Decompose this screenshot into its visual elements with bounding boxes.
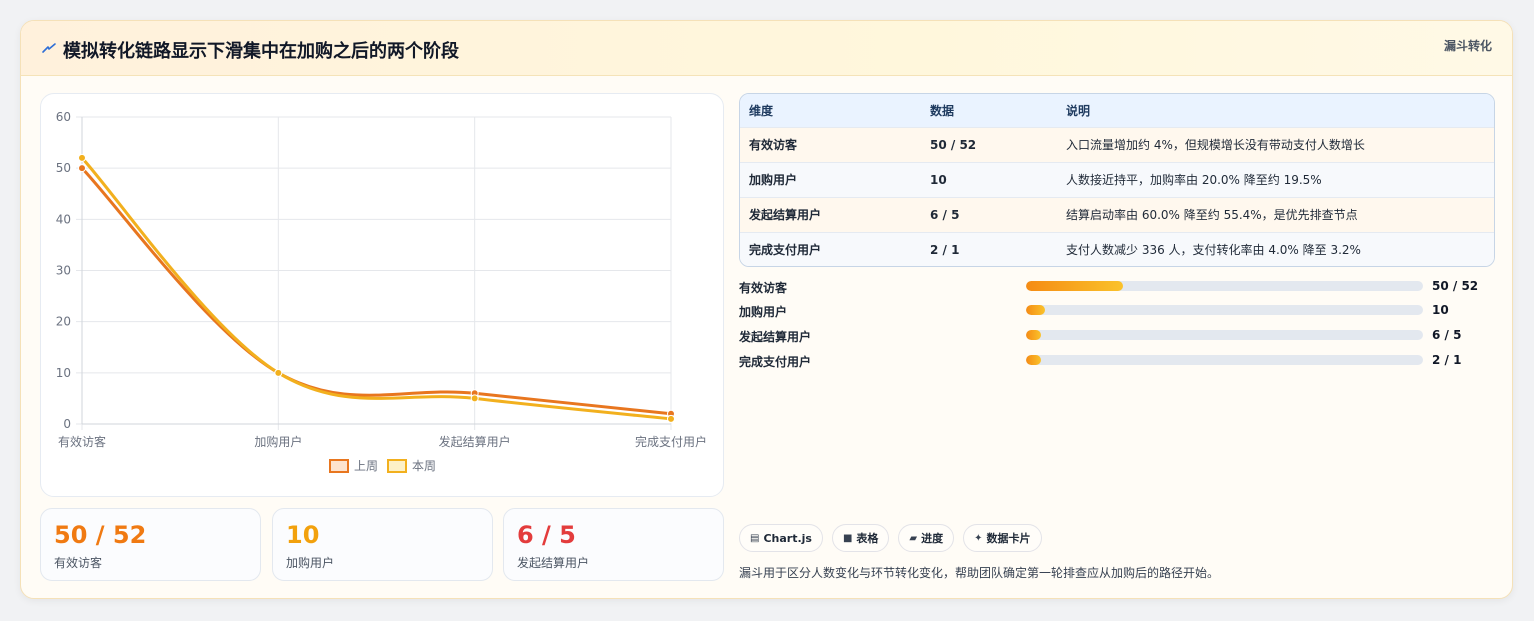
data-point — [78, 164, 86, 173]
progress-row: 加购用户 10 — [739, 301, 1499, 321]
category-tag: 漏斗转化 — [1443, 39, 1492, 53]
progress-fill — [1026, 281, 1124, 291]
table-row: 有效访客 50 / 52 入口流量增加约 4%，但规模增长没有带动支付人数增长 — [740, 127, 1494, 162]
tag-label: 表格 — [856, 532, 879, 545]
table-cell: 人数接近持平，加购率由 20.0% 降至约 19.5% — [1066, 173, 1322, 187]
metric-value: 10 — [286, 521, 320, 549]
table-cell: 完成支付用户 — [749, 243, 822, 258]
table-cell: 结算启动率由 60.0% 降至约 55.4%，是优先排查节点 — [1066, 208, 1358, 222]
metric-value: 6 / 5 — [517, 521, 576, 549]
tag-data-card[interactable]: ✦ 数据卡片 — [963, 524, 1042, 552]
progress-track — [1026, 355, 1423, 365]
table-icon: ■ — [842, 532, 853, 544]
metric-card-cart: 10 加购用户 — [272, 508, 493, 581]
tag-table[interactable]: ■ 表格 — [831, 524, 890, 552]
card-header: 模拟转化链路显示下滑集中在加购之后的两个阶段 漏斗转化 — [21, 21, 1512, 76]
column-header: 数据 — [930, 103, 955, 118]
funnel-card: 模拟转化链路显示下滑集中在加购之后的两个阶段 漏斗转化 0 10 20 30 40 50 6… — [20, 20, 1513, 599]
table-cell: 入口流量增加约 4%，但规模增长没有带动支付人数增长 — [1066, 138, 1365, 152]
funnel-line-chart: 0 10 20 30 40 50 60 有效访客 加购用户 发起结算用户 完成支付用户上周 本周 — [56, 110, 707, 473]
tag-progress[interactable]: ▰ 进度 — [898, 524, 955, 552]
table-header-row: 维度 数据 说明 — [740, 94, 1494, 127]
progress-value: 50 / 52 — [1432, 279, 1479, 293]
progress-row: 发起结算用户 6 / 5 — [739, 326, 1499, 346]
legend-swatch — [387, 459, 407, 473]
tag-chartjs[interactable]: ▤ Chart.js — [739, 524, 823, 552]
series-line — [80, 167, 672, 416]
sparkle-icon: ✦ — [974, 532, 983, 544]
table-cell: 50 / 52 — [930, 137, 977, 152]
progress-list: 有效访客 50 / 52 加购用户 10 发起结算用户 6 / 5 完成支付用户… — [739, 277, 1499, 377]
legend-swatch — [329, 459, 349, 473]
tag-label: Chart.js — [763, 531, 812, 545]
legend-label: 上周 — [354, 459, 378, 473]
table-cell: 加购用户 — [749, 173, 798, 187]
y-tick-label: 50 — [56, 161, 71, 175]
y-tick-label: 30 — [56, 264, 71, 278]
y-tick-label: 10 — [56, 366, 71, 380]
y-tick-label: 40 — [56, 212, 71, 226]
data-point — [274, 368, 283, 377]
table-row: 加购用户 10 人数接近持平，加购率由 20.0% 降至约 19.5% — [740, 162, 1494, 197]
chart-icon: ▤ — [750, 532, 760, 544]
metric-value: 50 / 52 — [54, 521, 147, 549]
table-cell: 2 / 1 — [930, 242, 960, 257]
progress-value: 6 / 5 — [1432, 328, 1462, 342]
y-tick-label: 20 — [56, 315, 71, 329]
legend-label: 本周 — [412, 459, 436, 473]
funnel-table: 维度 数据 说明 有效访客 50 / 52 入口流量增加约 4%，但规模增长没有… — [739, 93, 1495, 267]
progress-fill — [1026, 305, 1046, 315]
metric-label: 加购用户 — [286, 556, 335, 570]
progress-row: 完成支付用户 2 / 1 — [739, 351, 1499, 371]
x-tick-label: 完成支付用户 — [635, 434, 707, 449]
data-point — [667, 414, 675, 423]
progress-label: 发起结算用户 — [739, 330, 812, 344]
progress-track — [1026, 330, 1423, 340]
y-tick-label: 60 — [56, 110, 71, 124]
progress-track — [1026, 281, 1423, 291]
progress-row: 有效访客 50 / 52 — [739, 277, 1499, 297]
tech-tags: ▤ Chart.js ■ 表格 ▰ 进度 ✦ 数据卡片 — [739, 524, 1042, 552]
progress-value: 10 — [1432, 303, 1449, 317]
progress-value: 2 / 1 — [1432, 353, 1462, 367]
progress-fill — [1026, 330, 1041, 340]
table-cell: 有效访客 — [749, 138, 798, 152]
x-tick-label: 加购用户 — [254, 434, 302, 449]
tag-label: 数据卡片 — [986, 532, 1031, 545]
metric-card-checkout: 6 / 5 发起结算用户 — [503, 508, 724, 581]
table-cell: 6 / 5 — [930, 207, 960, 222]
metric-label: 有效访客 — [54, 556, 103, 570]
tag-label: 进度 — [921, 532, 944, 545]
data-point — [470, 394, 479, 403]
metric-label: 发起结算用户 — [517, 556, 590, 570]
x-tick-label: 有效访客 — [58, 434, 106, 449]
progress-icon: ▰ — [909, 532, 918, 544]
progress-label: 加购用户 — [739, 305, 788, 319]
progress-label: 有效访客 — [739, 281, 788, 295]
table-cell: 发起结算用户 — [749, 208, 822, 222]
table-cell: 支付人数减少 336 人，支付转化率由 4.0% 降至 3.2% — [1066, 243, 1361, 258]
table-row: 发起结算用户 6 / 5 结算启动率由 60.0% 降至约 55.4%，是优先排… — [740, 197, 1494, 232]
lightning-icon — [42, 43, 56, 53]
metric-card-visitors: 50 / 52 有效访客 — [40, 508, 261, 581]
column-header: 说明 — [1066, 103, 1091, 118]
card-title: 模拟转化链路显示下滑集中在加购之后的两个阶段 — [63, 41, 459, 62]
progress-track — [1026, 305, 1423, 315]
chart-panel: 0 10 20 30 40 50 60 有效访客 加购用户 发起结算用户 完成支付用户上周 本周 — [40, 93, 724, 497]
progress-label: 完成支付用户 — [739, 355, 812, 369]
table-row: 完成支付用户 2 / 1 支付人数减少 336 人，支付转化率由 4.0% 降至… — [740, 232, 1494, 266]
x-tick-label: 发起结算用户 — [439, 434, 511, 449]
footer-note: 漏斗用于区分人数变化与环节转化变化，帮助团队确定第一轮排查应从加购后的路径开始。 — [739, 566, 1220, 580]
series-line — [80, 156, 672, 421]
table-cell: 10 — [930, 172, 947, 187]
data-point — [78, 153, 86, 162]
y-tick-label: 0 — [63, 417, 71, 431]
column-header: 维度 — [749, 103, 774, 118]
progress-fill — [1026, 355, 1041, 365]
